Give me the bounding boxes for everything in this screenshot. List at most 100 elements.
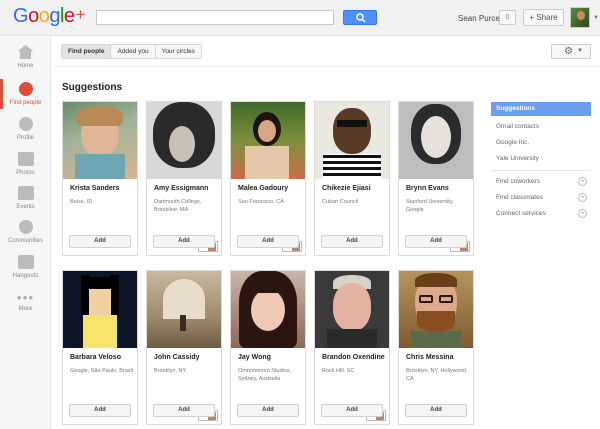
search-input[interactable] [96,10,334,25]
add-icon[interactable]: + [578,209,587,218]
search-icon [356,13,366,23]
card-name[interactable]: Chris Messina [406,354,453,361]
card-name[interactable]: John Cassidy [154,354,200,361]
events-icon [17,186,34,200]
photos-icon [17,152,34,166]
profile-photo [147,271,221,348]
sidebar-item-label: Home [17,63,34,69]
sidebar-item-profile[interactable]: Profile [0,117,51,141]
user-name[interactable]: Sean Purcell [458,14,503,23]
top-bar: Google+ Sean Purcell 0 + Share ▼ [0,0,600,36]
sidebar-item-label: Events [16,204,35,210]
profile-photo [315,271,389,348]
tab-find-people[interactable]: Find people [62,45,112,58]
gear-icon: ⚙ [564,46,573,57]
suggestion-card[interactable]: Jay Wong Omnommom Studios, Sydney, Austr… [230,270,306,425]
sidebar-item-more[interactable]: ●●● More [0,293,51,312]
sidebar-item-photos[interactable]: Photos [0,152,51,176]
add-button[interactable]: Add [321,404,383,417]
find-coworkers-link[interactable]: Find coworkers [491,178,591,185]
suggestion-card[interactable]: Krista Sanders Boise, ID Add [62,101,138,256]
tab-group: Find people Added you Your circles [61,44,202,59]
suggestion-card[interactable]: 3 Brynn Evans Stanford University, Googl… [398,101,474,256]
chevron-down-icon: ▼ [577,48,583,54]
add-button[interactable]: Add [237,235,299,248]
sidebar-item-label: Photos [16,170,35,176]
suggestion-card[interactable]: Chikezie Ejiasi Cuban Council Add [314,101,390,256]
page-title: Suggestions [62,82,123,93]
sidebar-item-label: Find people [9,100,42,106]
suggestion-card[interactable]: Chris Messina Brooklyn, NY, Hollywood, C… [398,270,474,425]
profile-photo [315,102,389,179]
sidebar-item-communities[interactable]: Communities [0,220,51,244]
add-icon[interactable]: + [578,193,587,202]
more-icon: ●●● [16,293,35,302]
hangouts-icon [17,255,34,269]
panel-item-google-inc[interactable]: Google Inc. [491,139,591,146]
card-name[interactable]: Jay Wong [238,354,271,361]
connect-services-link[interactable]: Connect services [491,210,591,217]
sidebar-item-label: More [18,306,33,312]
profile-photo [231,102,305,179]
sidebar-item-label: Communities [7,238,43,244]
panel-item-suggestions[interactable]: Suggestions [491,102,591,116]
sidebar-item-events[interactable]: Events [0,186,51,210]
profile-photo [399,271,473,348]
google-plus-logo[interactable]: Google+ [13,5,85,29]
profile-icon [18,117,33,131]
profile-photo [399,102,473,179]
sidebar-item-hangouts[interactable]: Hangouts [0,255,51,279]
card-subtitle: Omnommom Studios, Sydney, Australia [238,368,292,382]
panel-item-yale-university[interactable]: Yale University [491,155,591,162]
card-subtitle: Cuban Council [322,199,359,205]
add-button[interactable]: Add [153,404,215,417]
suggestion-card[interactable]: 9 John Cassidy Brooklyn, NY Add [146,270,222,425]
sub-nav: Find people Added you Your circles ⚙ ▼ [52,37,600,67]
add-button[interactable]: Add [69,235,131,248]
card-name[interactable]: Brynn Evans [406,185,449,192]
card-subtitle: Brooklyn, NY [154,368,187,374]
add-button[interactable]: Add [321,235,383,248]
avatar[interactable] [570,7,590,28]
suggestion-card[interactable]: 9 Amy Essigmann Dartmouth College, Brook… [146,101,222,256]
card-name[interactable]: Brandon Oxendine [322,354,385,361]
card-subtitle: San Francisco, CA [238,199,284,205]
add-icon[interactable]: + [578,177,587,186]
find-people-icon [18,82,33,96]
suggestion-card[interactable]: 4 Malea Gadoury San Francisco, CA Add [230,101,306,256]
add-button[interactable]: Add [237,404,299,417]
panel-item-gmail-contacts[interactable]: Gmail contacts [491,123,591,130]
tab-added-you[interactable]: Added you [111,45,156,58]
add-button[interactable]: Add [405,404,467,417]
sidebar-item-home[interactable]: Home [0,45,51,69]
chevron-down-icon[interactable]: ▼ [593,15,599,21]
tab-your-circles[interactable]: Your circles [155,45,201,58]
card-name[interactable]: Barbara Veloso [70,354,121,361]
share-button[interactable]: + Share [523,9,564,26]
card-subtitle: Boise, ID [70,199,93,205]
home-icon [17,45,34,59]
profile-photo [147,102,221,179]
card-name[interactable]: Krista Sanders [70,185,119,192]
card-subtitle: Dartmouth College, Brookline, MA [154,199,202,213]
suggestion-card[interactable]: 3 Brandon Oxendine Rock Hill, SC Add [314,270,390,425]
card-subtitle: Stanford University, Google [406,199,454,213]
find-classmates-link[interactable]: Find classmates [491,194,591,201]
sidebar: Home Find people Profile Photos Events C… [0,37,51,429]
sidebar-item-label: Hangouts [12,273,39,279]
add-button[interactable]: Add [69,404,131,417]
divider [491,170,591,171]
add-button[interactable]: Add [405,235,467,248]
card-name[interactable]: Amy Essigmann [154,185,208,192]
card-subtitle: Rock Hill, SC [322,368,355,374]
profile-photo [63,271,137,348]
add-button[interactable]: Add [153,235,215,248]
card-name[interactable]: Malea Gadoury [238,185,288,192]
suggestion-card[interactable]: Barbara Veloso Google, São Paulo, Brazil… [62,270,138,425]
profile-photo [63,102,137,179]
sidebar-item-find-people[interactable]: Find people [0,79,51,109]
card-name[interactable]: Chikezie Ejiasi [322,185,371,192]
settings-button[interactable]: ⚙ ▼ [551,44,591,59]
notification-count[interactable]: 0 [499,10,516,25]
search-button[interactable] [343,10,377,25]
